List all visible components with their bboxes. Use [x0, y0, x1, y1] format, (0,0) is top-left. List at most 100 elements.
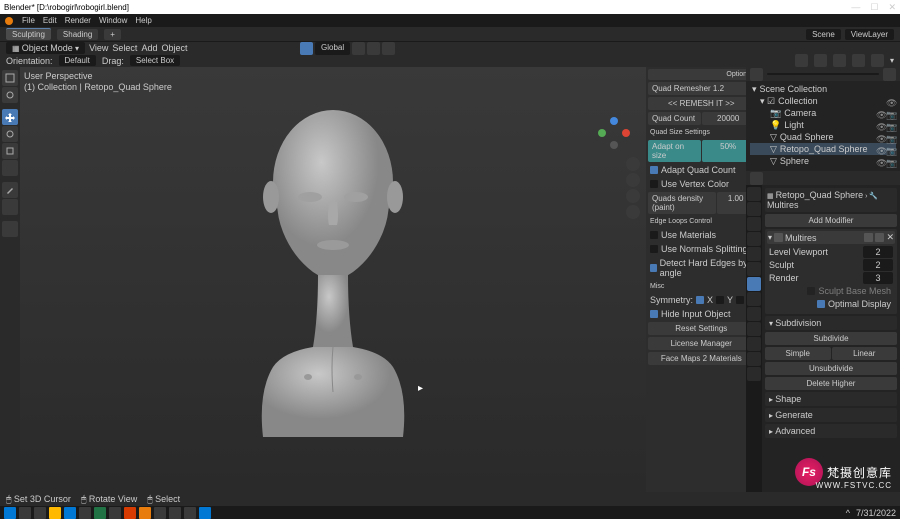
taskbar-app7-icon[interactable] — [199, 507, 211, 519]
unsubdivide-button[interactable]: Unsubdivide — [765, 362, 897, 375]
camera-view-icon[interactable] — [626, 189, 640, 203]
symmetry-z-checkbox[interactable] — [736, 296, 744, 304]
delete-higher-button[interactable]: Delete Higher — [765, 377, 897, 390]
menu-render[interactable]: Render — [65, 16, 91, 25]
taskbar-app2-icon[interactable] — [94, 507, 106, 519]
proptab-material[interactable] — [747, 352, 761, 366]
symmetry-y-checkbox[interactable] — [716, 296, 724, 304]
taskbar-taskview-icon[interactable] — [34, 507, 46, 519]
proptab-texture[interactable] — [747, 367, 761, 381]
mode-menu-add[interactable]: Add — [141, 43, 157, 53]
use-normals-checkbox[interactable] — [650, 245, 658, 253]
modifier-header[interactable]: ▾ Multires ✕ — [767, 231, 895, 244]
remesh-button[interactable]: << REMESH IT >> — [648, 97, 755, 110]
license-manager-button[interactable]: License Manager — [648, 337, 755, 350]
taskbar-app3-icon[interactable] — [109, 507, 121, 519]
optimal-display-checkbox[interactable] — [817, 300, 825, 308]
outliner-collection[interactable]: ▾ ☑ Collection👁 — [750, 95, 896, 107]
use-vertex-color-checkbox[interactable] — [650, 180, 658, 188]
shading-rendered-icon[interactable] — [871, 54, 884, 67]
snap-icon[interactable] — [367, 42, 380, 55]
axis-neg-z-icon[interactable] — [610, 141, 618, 149]
proptab-data[interactable] — [747, 337, 761, 351]
navigation-gizmo[interactable] — [598, 117, 630, 149]
axis-z-icon[interactable] — [610, 117, 618, 125]
facemaps-button[interactable]: Face Maps 2 Materials — [648, 352, 755, 365]
zoom-icon[interactable] — [626, 157, 640, 171]
symmetry-x-checkbox[interactable] — [696, 296, 704, 304]
adapt-quad-count-checkbox[interactable] — [650, 166, 658, 174]
viewport-3d[interactable]: User Perspective (1) Collection | Retopo… — [20, 67, 646, 492]
taskbar-app1-icon[interactable] — [79, 507, 91, 519]
pan-icon[interactable] — [626, 173, 640, 187]
tool-cursor[interactable] — [2, 87, 18, 103]
proptab-output[interactable] — [747, 202, 761, 216]
panel-options-label[interactable]: Options — [648, 69, 755, 80]
props-breadcrumb[interactable]: ▦ Retopo_Quad Sphere › 🔧 Multires — [765, 188, 897, 212]
tray-up-icon[interactable]: ^ — [846, 508, 850, 518]
menu-edit[interactable]: Edit — [43, 16, 57, 25]
advanced-section[interactable]: ▸ Advanced — [765, 424, 897, 438]
properties-editor-icon[interactable] — [750, 172, 763, 185]
proportional-icon[interactable] — [382, 42, 395, 55]
level-viewport-value[interactable]: 2 — [863, 246, 893, 258]
close-icon[interactable]: ✕ — [888, 2, 896, 13]
taskbar-chrome-icon[interactable] — [154, 507, 166, 519]
modifier-display-icon[interactable] — [864, 233, 873, 242]
mesh-head-model[interactable] — [233, 97, 433, 457]
pivot-icon[interactable] — [352, 42, 365, 55]
proptab-scene[interactable] — [747, 232, 761, 246]
detect-hard-checkbox[interactable] — [650, 264, 657, 272]
orientation-dropdown[interactable]: Default — [59, 55, 96, 66]
sculpt-value[interactable]: 2 — [863, 259, 893, 271]
taskbar-edge-icon[interactable] — [64, 507, 76, 519]
generate-section[interactable]: ▸ Generate — [765, 408, 897, 422]
taskbar-explorer-icon[interactable] — [49, 507, 61, 519]
tool-select-box[interactable] — [2, 70, 18, 86]
mode-menu-object[interactable]: Object — [161, 43, 187, 53]
maximize-icon[interactable]: ☐ — [870, 2, 878, 13]
tool-annotate[interactable] — [2, 182, 18, 198]
hide-input-checkbox[interactable] — [650, 310, 658, 318]
workspace-tab-sculpting[interactable]: Sculpting — [6, 28, 51, 40]
render-value[interactable]: 3 — [863, 272, 893, 284]
tool-measure[interactable] — [2, 199, 18, 215]
workspace-tab-shading[interactable]: Shading — [57, 29, 98, 40]
shading-wireframe-icon[interactable] — [814, 54, 827, 67]
proptab-physics[interactable] — [747, 307, 761, 321]
outliner-editor-icon[interactable] — [750, 68, 763, 81]
viewlayer-field[interactable]: ViewLayer — [845, 29, 894, 40]
menu-file[interactable]: File — [22, 16, 35, 25]
outliner-filter-icon[interactable] — [883, 68, 896, 81]
use-materials-checkbox[interactable] — [650, 231, 658, 239]
simple-button[interactable]: Simple — [765, 347, 831, 360]
proptab-render[interactable] — [747, 187, 761, 201]
tool-scale[interactable] — [2, 143, 18, 159]
outliner-item-light[interactable]: 💡 Light👁📷 — [750, 119, 896, 131]
outliner-item-camera[interactable]: 📷 Camera👁📷 — [750, 107, 896, 119]
axis-y-icon[interactable] — [598, 129, 606, 137]
overlay-icon[interactable] — [795, 54, 808, 67]
menu-window[interactable]: Window — [99, 16, 127, 25]
shading-solid-icon[interactable] — [833, 54, 846, 67]
taskbar-app5-icon[interactable] — [169, 507, 181, 519]
proptab-world[interactable] — [747, 247, 761, 261]
outliner-item-quad-sphere[interactable]: ▽ Quad Sphere👁📷 — [750, 131, 896, 143]
linear-button[interactable]: Linear — [832, 347, 898, 360]
menu-help[interactable]: Help — [135, 16, 151, 25]
tool-rotate[interactable] — [2, 126, 18, 142]
taskbar-app4-icon[interactable] — [124, 507, 136, 519]
scene-field[interactable]: Scene — [806, 29, 841, 40]
proptab-constraint[interactable] — [747, 322, 761, 336]
proptab-object[interactable] — [747, 262, 761, 276]
global-dropdown[interactable]: Global — [315, 42, 350, 55]
shading-material-icon[interactable] — [852, 54, 865, 67]
minimize-icon[interactable]: — — [851, 2, 860, 13]
taskbar-blender-icon[interactable] — [139, 507, 151, 519]
subdivision-section[interactable]: ▾ Subdivision — [765, 316, 897, 330]
taskbar-app6-icon[interactable] — [184, 507, 196, 519]
proptab-viewlayer[interactable] — [747, 217, 761, 231]
modifier-render-icon[interactable] — [875, 233, 884, 242]
axis-x-icon[interactable] — [622, 129, 630, 137]
taskbar-time[interactable]: 7/31/2022 — [856, 508, 896, 518]
